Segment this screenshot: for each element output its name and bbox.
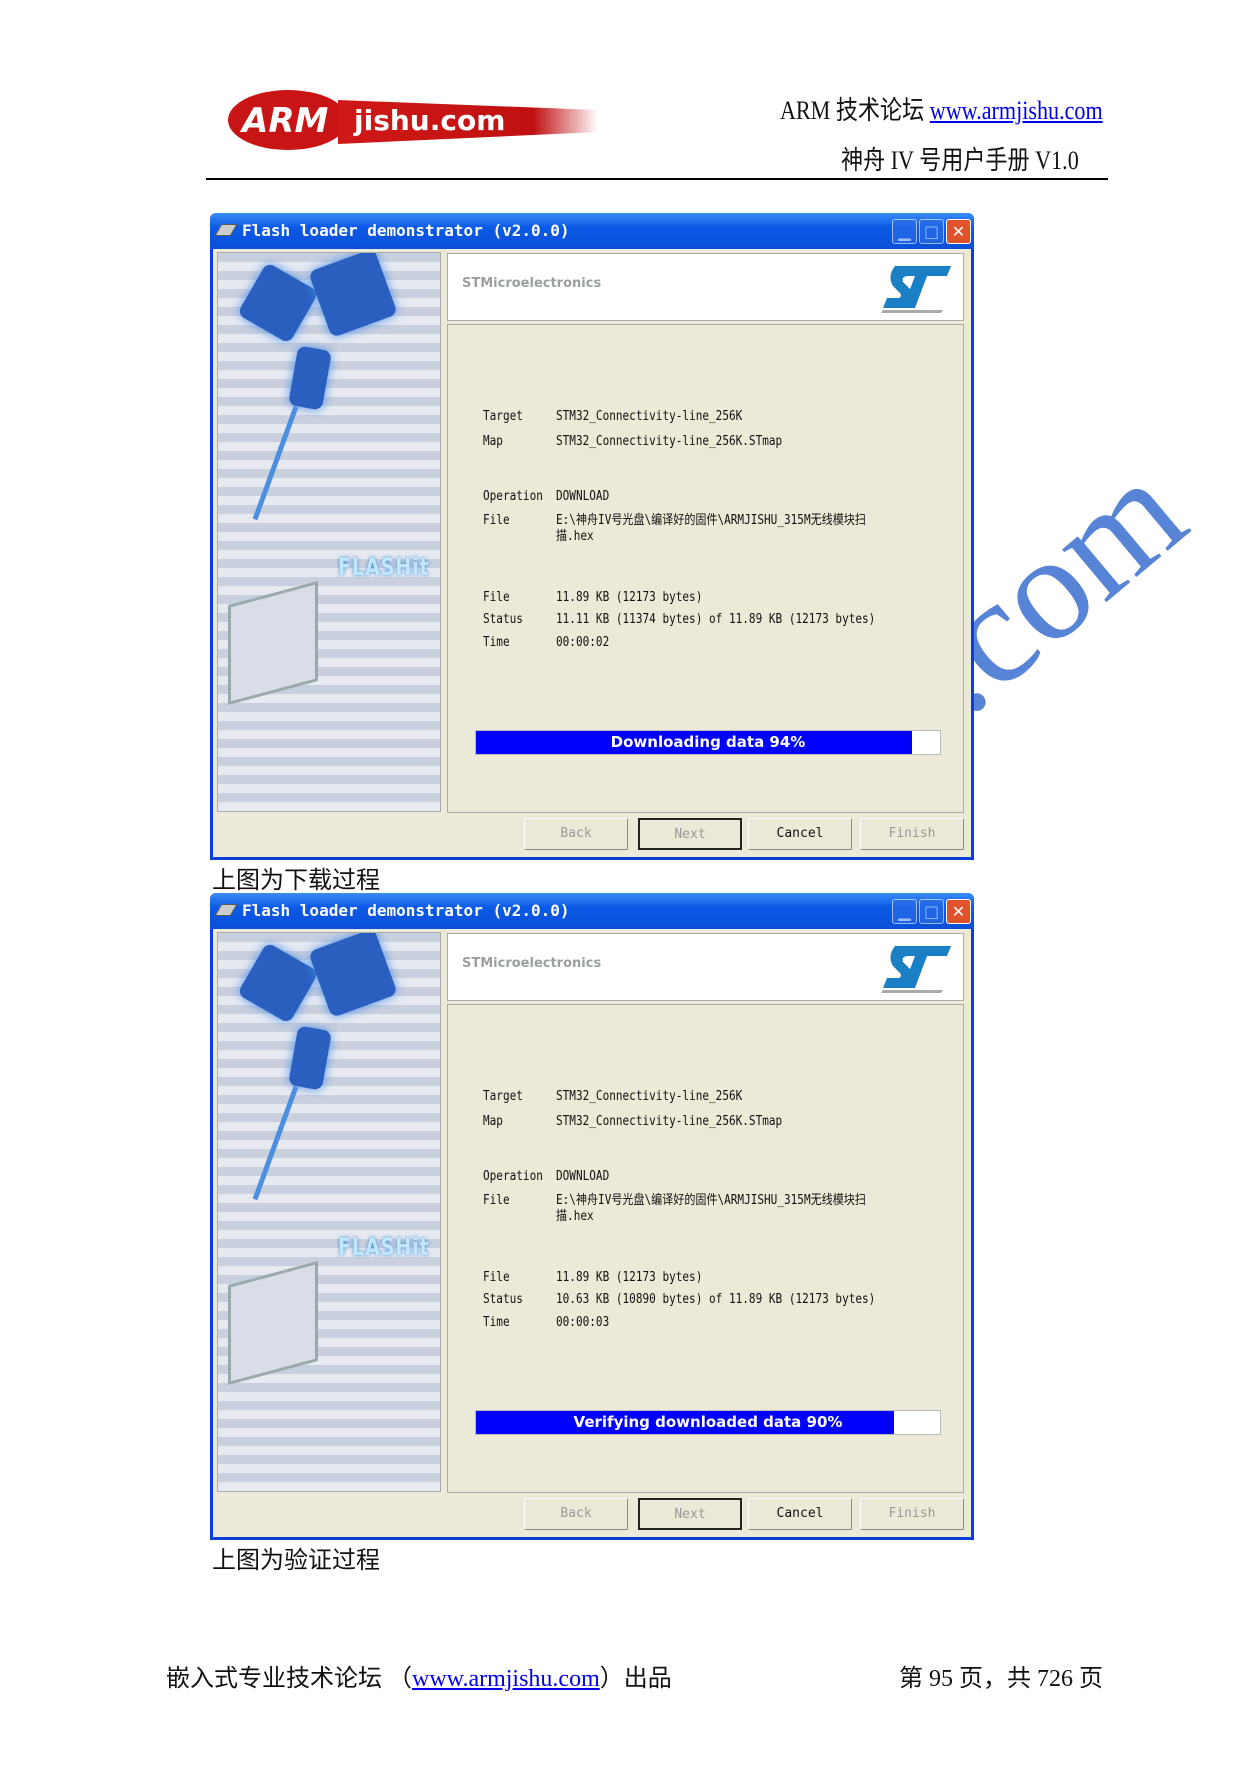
- footer-suffix: ）出品: [599, 1666, 672, 1692]
- file-path-label: File: [483, 513, 510, 528]
- cancel-button[interactable]: Cancel: [748, 818, 852, 850]
- file-size-label: File: [483, 590, 510, 605]
- file-path-value: E:\神舟IV号光盘\编译好的固件\ARMJISHU_315M无线模块扫描.he…: [556, 1193, 866, 1224]
- app-icon: [214, 904, 238, 916]
- flashit-text: FLASHit: [338, 1233, 430, 1261]
- map-label: Map: [483, 434, 503, 449]
- target-value: STM32_Connectivity-line_256K: [556, 409, 743, 424]
- target-value: STM32_Connectivity-line_256K: [556, 1089, 743, 1104]
- window-titlebar[interactable]: Flash loader demonstrator (v2.0.0) ▁ □ ✕: [210, 213, 974, 249]
- map-value: STM32_Connectivity-line_256K.STmap: [556, 1114, 783, 1129]
- time-value: 00:00:02: [556, 635, 610, 650]
- file-path-label: File: [483, 1193, 510, 1208]
- vendor-name: STMicroelectronics: [462, 276, 602, 291]
- wizard-content: Target STM32_Connectivity-line_256K Map …: [447, 324, 964, 813]
- minimize-button[interactable]: ▁: [892, 219, 917, 244]
- header-site: ARM 技术论坛 www.armjishu.com: [780, 90, 1103, 127]
- finish-button[interactable]: Finish: [860, 818, 964, 850]
- operation-label: Operation: [483, 489, 543, 504]
- map-label: Map: [483, 1114, 503, 1129]
- next-button[interactable]: Next: [638, 1498, 742, 1530]
- maximize-icon: □: [919, 899, 944, 924]
- caption-download: 上图为下载过程: [212, 866, 380, 894]
- operation-value: DOWNLOAD: [556, 1169, 610, 1184]
- file-size-value: 11.89 KB (12173 bytes): [556, 590, 703, 605]
- vendor-name: STMicroelectronics: [462, 956, 602, 971]
- header-site-link[interactable]: www.armjishu.com: [930, 96, 1103, 125]
- header-site-prefix: ARM 技术论坛: [780, 96, 931, 125]
- window-title: Flash loader demonstrator (v2.0.0): [242, 221, 570, 240]
- app-icon: [214, 224, 238, 236]
- footer-link[interactable]: www.armjishu.com: [412, 1666, 600, 1692]
- st-logo: [881, 946, 951, 993]
- time-label: Time: [483, 635, 510, 650]
- flash-loader-window: Flash loader demonstrator (v2.0.0) ▁ □ ✕…: [210, 213, 974, 860]
- progress-label: Verifying downloaded data 90%: [573, 1413, 843, 1431]
- wizard-header: STMicroelectronics: [447, 933, 964, 1001]
- status-label: Status: [483, 612, 523, 627]
- status-label: Status: [483, 1292, 523, 1307]
- map-value: STM32_Connectivity-line_256K.STmap: [556, 434, 783, 449]
- time-value: 00:00:03: [556, 1315, 610, 1330]
- page-number: 第 95 页，共 726 页: [899, 1666, 1103, 1692]
- st-logo: [881, 266, 951, 313]
- wizard-side-image: FLASHit: [217, 252, 441, 812]
- file-path-value: E:\神舟IV号光盘\编译好的固件\ARMJISHU_315M无线模块扫描.he…: [556, 513, 866, 544]
- armjishu-logo: ARM jishu.com: [228, 88, 598, 152]
- time-label: Time: [483, 1315, 510, 1330]
- next-button[interactable]: Next: [638, 818, 742, 850]
- footer-left: 嵌入式专业技术论坛 （www.armjishu.com）出品: [166, 1658, 672, 1693]
- operation-value: DOWNLOAD: [556, 489, 610, 504]
- wizard-header: STMicroelectronics: [447, 253, 964, 321]
- close-button[interactable]: ✕: [946, 899, 971, 924]
- operation-label: Operation: [483, 1169, 543, 1184]
- wizard-side-image: FLASHit: [217, 932, 441, 1492]
- finish-button[interactable]: Finish: [860, 1498, 964, 1530]
- back-button[interactable]: Back: [524, 1498, 628, 1530]
- footer-prefix: 嵌入式专业技术论坛 （: [166, 1666, 412, 1692]
- back-button[interactable]: Back: [524, 818, 628, 850]
- target-label: Target: [483, 409, 523, 424]
- flash-loader-window: Flash loader demonstrator (v2.0.0) ▁ □ ✕…: [210, 893, 974, 1540]
- flashit-text: FLASHit: [338, 553, 430, 581]
- svg-text:ARM: ARM: [239, 101, 328, 141]
- close-button[interactable]: ✕: [946, 219, 971, 244]
- file-size-value: 11.89 KB (12173 bytes): [556, 1270, 703, 1285]
- wizard-content: Target STM32_Connectivity-line_256K Map …: [447, 1004, 964, 1493]
- status-value: 10.63 KB (10890 bytes) of 11.89 KB (1217…: [556, 1292, 876, 1307]
- window-titlebar[interactable]: Flash loader demonstrator (v2.0.0) ▁ □ ✕: [210, 893, 974, 929]
- header-divider: [206, 178, 1108, 180]
- progress-bar: Verifying downloaded data 90%: [475, 1410, 941, 1435]
- file-size-label: File: [483, 1270, 510, 1285]
- caption-verify: 上图为验证过程: [212, 1546, 380, 1574]
- progress-label: Downloading data 94%: [610, 733, 806, 751]
- cancel-button[interactable]: Cancel: [748, 1498, 852, 1530]
- maximize-icon: □: [919, 219, 944, 244]
- svg-text:jishu.com: jishu.com: [353, 104, 505, 137]
- progress-bar: Downloading data 94%: [475, 730, 941, 755]
- status-value: 11.11 KB (11374 bytes) of 11.89 KB (1217…: [556, 612, 876, 627]
- minimize-button[interactable]: ▁: [892, 899, 917, 924]
- window-title: Flash loader demonstrator (v2.0.0): [242, 901, 570, 920]
- target-label: Target: [483, 1089, 523, 1104]
- manual-title: 神舟 IV 号用户手册 V1.0: [841, 146, 1079, 175]
